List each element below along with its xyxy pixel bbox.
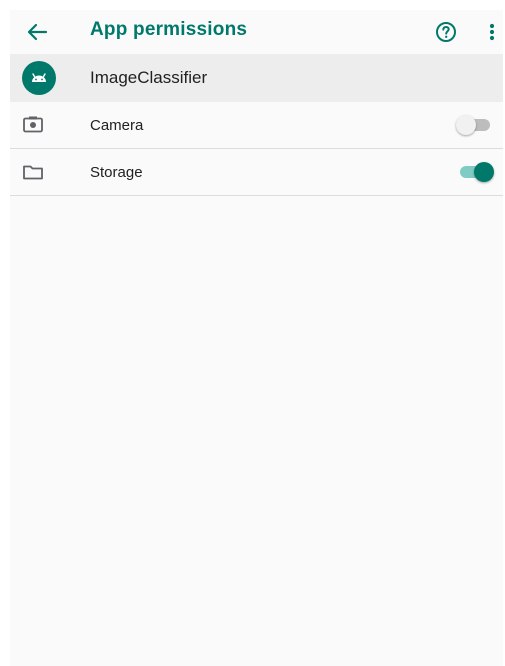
app-permissions-screen: App permissions ImageClassifier Camera S… <box>10 10 503 666</box>
storage-permission-toggle[interactable] <box>456 162 496 182</box>
app-name: ImageClassifier <box>90 68 208 87</box>
more-vert-icon <box>489 23 495 41</box>
android-icon <box>32 73 46 82</box>
toggle-thumb <box>456 115 476 135</box>
app-bar: App permissions <box>10 10 503 54</box>
toggle-thumb <box>474 162 494 182</box>
app-avatar <box>22 61 56 95</box>
app-header-row: ImageClassifier <box>10 54 503 102</box>
back-button[interactable] <box>24 20 50 44</box>
permission-label-storage: Storage <box>90 164 143 181</box>
permission-row-storage[interactable]: Storage <box>10 149 503 195</box>
overflow-menu-button[interactable] <box>484 20 500 44</box>
camera-permission-toggle[interactable] <box>456 115 496 135</box>
arrow-left-icon <box>27 23 48 41</box>
permission-row-camera[interactable]: Camera <box>10 102 503 148</box>
folder-icon <box>22 162 44 182</box>
camera-icon <box>22 115 44 135</box>
help-button[interactable] <box>434 20 458 44</box>
page-title: App permissions <box>90 19 248 40</box>
help-circle-icon <box>436 22 456 42</box>
permission-label-camera: Camera <box>90 117 144 134</box>
divider <box>10 195 503 196</box>
